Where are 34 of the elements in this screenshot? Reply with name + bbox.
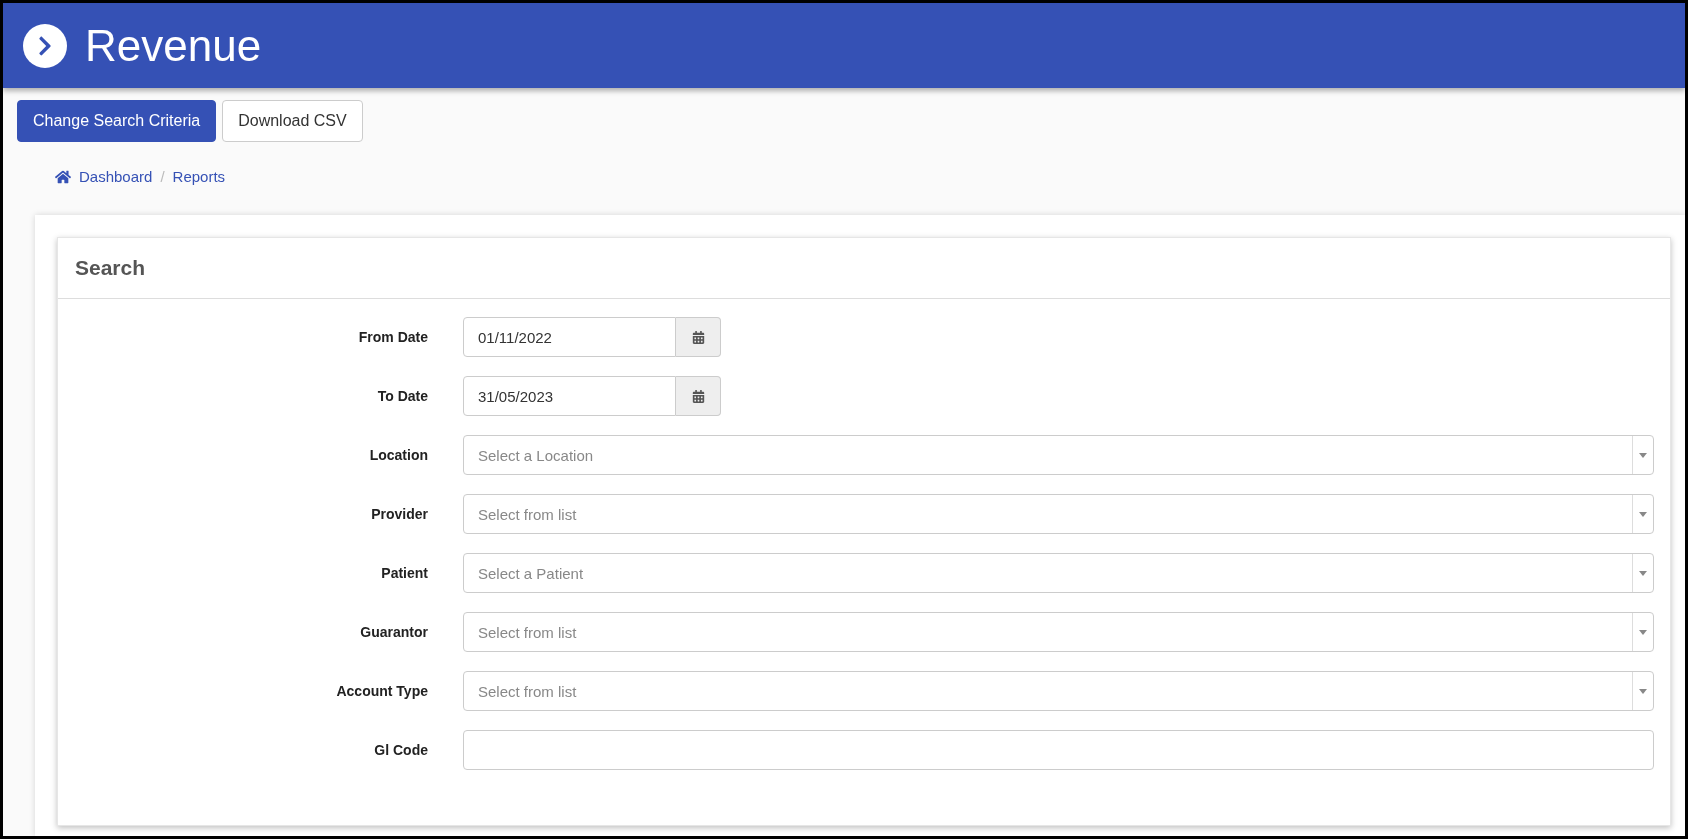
field-label: Gl Code: [374, 742, 428, 758]
breadcrumb-link[interactable]: Reports: [172, 168, 226, 185]
caret-icon: [1639, 688, 1647, 694]
change-search-button[interactable]: Change Search Criteria: [17, 100, 217, 142]
calendar-button[interactable]: [676, 317, 721, 357]
breadcrumb-separator: /: [160, 168, 165, 185]
select-dropdown[interactable]: Select a Location: [463, 435, 1654, 475]
field-label: Location: [369, 447, 428, 463]
field-label: Account Type: [336, 683, 428, 699]
field-label: Patient: [381, 565, 428, 581]
page-title: Revenue: [85, 20, 262, 71]
caret-icon: [1639, 629, 1647, 635]
download-button[interactable]: Download CSV: [222, 100, 363, 142]
field-label: From Date: [358, 329, 428, 345]
field-label: Provider: [371, 506, 428, 522]
home-icon: [55, 168, 71, 185]
date-field[interactable]: 31/05/2023: [463, 376, 676, 416]
select-dropdown[interactable]: Select a Patient: [463, 553, 1654, 593]
field-label: To Date: [377, 388, 428, 404]
breadcrumb-link[interactable]: Dashboard: [79, 168, 153, 185]
text-field[interactable]: [463, 730, 1654, 770]
select-dropdown[interactable]: Select from list: [463, 494, 1654, 534]
caret-icon: [1639, 511, 1647, 517]
caret-icon: [1639, 570, 1647, 576]
select-dropdown[interactable]: Select from list: [463, 671, 1654, 711]
calendar-button[interactable]: [676, 376, 721, 416]
calendar-icon: [691, 389, 705, 403]
chevron-circle-icon: [23, 23, 67, 68]
caret-icon: [1639, 452, 1647, 458]
date-field[interactable]: 01/11/2022: [463, 317, 676, 357]
field-label: Guarantor: [360, 624, 428, 640]
panel-title: Search: [58, 238, 1670, 299]
calendar-icon: [691, 330, 705, 344]
select-dropdown[interactable]: Select from list: [463, 612, 1654, 652]
